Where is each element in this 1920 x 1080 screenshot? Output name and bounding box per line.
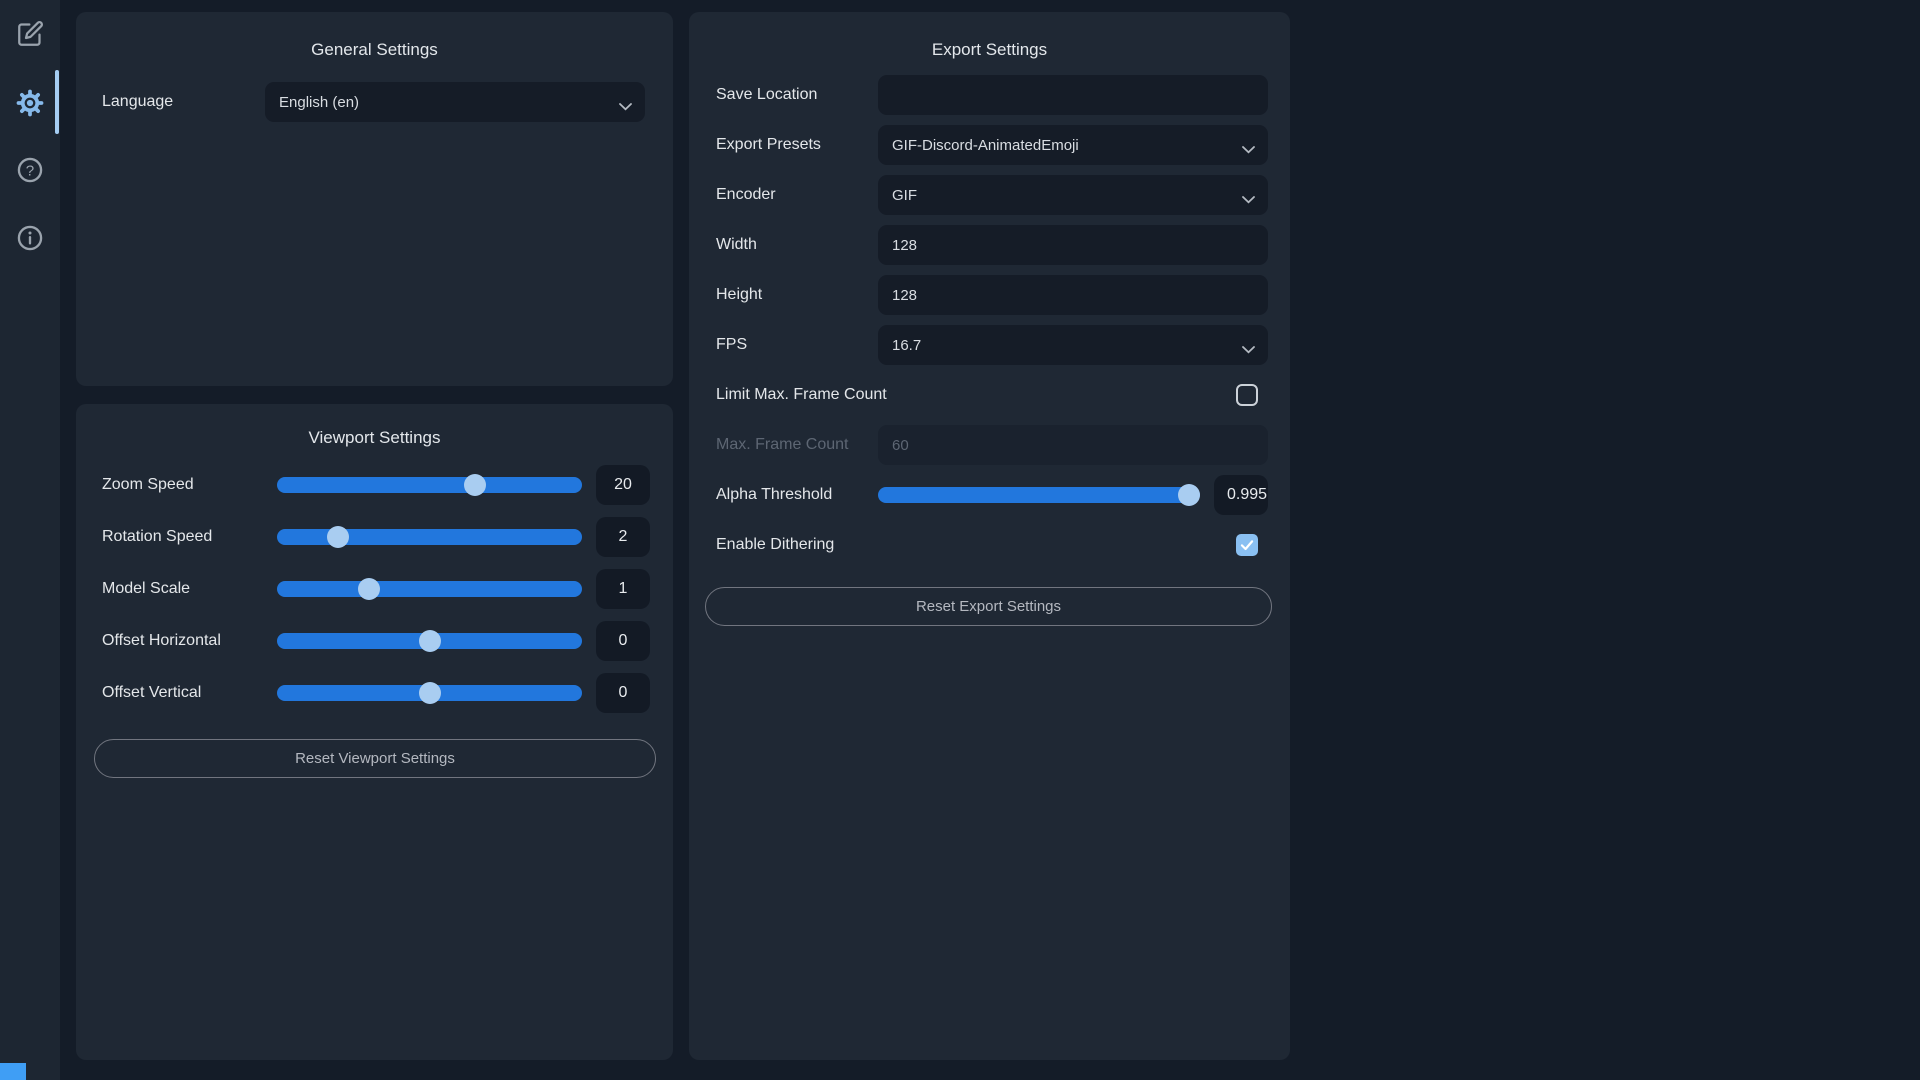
alpha-threshold-row: Alpha Threshold 0.995 <box>689 475 1290 515</box>
language-value: English (en) <box>279 94 359 111</box>
model-scale-row: Model Scale 1 <box>76 569 673 609</box>
width-value: 128 <box>892 237 917 254</box>
general-settings-title: General Settings <box>76 12 673 60</box>
offset-horizontal-row: Offset Horizontal 0 <box>76 621 673 661</box>
limit-max-frame-count-checkbox[interactable] <box>1236 384 1258 406</box>
encoder-value: GIF <box>892 187 917 204</box>
zoom-speed-row: Zoom Speed 20 <box>76 465 673 505</box>
zoom-speed-value: 20 <box>596 465 650 505</box>
offset-horizontal-value: 0 <box>596 621 650 661</box>
reset-viewport-settings-button[interactable]: Reset Viewport Settings <box>94 739 656 778</box>
edit-icon <box>17 20 44 52</box>
max-frame-count-input: 60 <box>878 425 1268 465</box>
bottom-left-accent <box>0 1063 26 1080</box>
max-frame-count-label: Max. Frame Count <box>716 436 878 454</box>
export-presets-label: Export Presets <box>716 136 878 154</box>
rotation-speed-row: Rotation Speed 2 <box>76 517 673 557</box>
rotation-speed-value: 2 <box>596 517 650 557</box>
save-location-label: Save Location <box>716 86 878 104</box>
active-tab-indicator <box>55 70 59 134</box>
language-select[interactable]: English (en) <box>265 82 645 122</box>
model-scale-value: 1 <box>596 569 650 609</box>
export-settings-title: Export Settings <box>689 12 1290 60</box>
max-frame-count-value: 60 <box>892 437 909 454</box>
sidebar-item-editor[interactable] <box>0 20 60 52</box>
settings-gear-icon <box>15 88 45 123</box>
offset-horizontal-slider[interactable] <box>277 633 582 649</box>
height-input[interactable]: 128 <box>878 275 1268 315</box>
alpha-threshold-label: Alpha Threshold <box>716 486 878 504</box>
enable-dithering-label: Enable Dithering <box>716 536 1236 554</box>
encoder-label: Encoder <box>716 186 878 204</box>
zoom-speed-label: Zoom Speed <box>102 476 277 494</box>
offset-vertical-row: Offset Vertical 0 <box>76 673 673 713</box>
slider-thumb[interactable] <box>419 630 441 652</box>
viewport-settings-panel: Viewport Settings Zoom Speed 20 Rotation… <box>76 404 673 1060</box>
save-location-row: Save Location <box>689 75 1290 115</box>
language-row: Language English (en) <box>76 82 673 122</box>
model-scale-label: Model Scale <box>102 580 277 598</box>
reset-export-settings-button[interactable]: Reset Export Settings <box>705 587 1272 626</box>
fps-row: FPS 16.7 <box>689 325 1290 365</box>
general-settings-panel: General Settings Language English (en) <box>76 12 673 386</box>
enable-dithering-checkbox[interactable] <box>1236 534 1258 556</box>
alpha-threshold-value: 0.995 <box>1214 475 1268 515</box>
alpha-threshold-slider[interactable] <box>878 487 1200 503</box>
rotation-speed-slider[interactable] <box>277 529 582 545</box>
rotation-speed-label: Rotation Speed <box>102 528 277 546</box>
height-label: Height <box>716 286 878 304</box>
limit-max-frame-count-row: Limit Max. Frame Count <box>689 375 1290 415</box>
sidebar: ? <box>0 0 60 1080</box>
height-row: Height 128 <box>689 275 1290 315</box>
slider-thumb[interactable] <box>358 578 380 600</box>
export-presets-row: Export Presets GIF-Discord-AnimatedEmoji <box>689 125 1290 165</box>
export-presets-value: GIF-Discord-AnimatedEmoji <box>892 137 1079 154</box>
encoder-row: Encoder GIF <box>689 175 1290 215</box>
slider-thumb[interactable] <box>1178 484 1200 506</box>
limit-max-frame-count-label: Limit Max. Frame Count <box>716 386 1236 404</box>
width-label: Width <box>716 236 878 254</box>
export-settings-panel: Export Settings Save Location Export Pre… <box>689 12 1290 1060</box>
offset-vertical-slider[interactable] <box>277 685 582 701</box>
sidebar-item-info[interactable] <box>0 224 60 257</box>
slider-thumb[interactable] <box>419 682 441 704</box>
slider-thumb[interactable] <box>327 526 349 548</box>
offset-vertical-label: Offset Vertical <box>102 684 277 702</box>
settings-content: General Settings Language English (en) V… <box>60 0 1920 1080</box>
width-row: Width 128 <box>689 225 1290 265</box>
zoom-speed-slider[interactable] <box>277 477 582 493</box>
max-frame-count-row: Max. Frame Count 60 <box>689 425 1290 465</box>
chevron-down-icon <box>1242 141 1255 158</box>
chevron-down-icon <box>619 98 632 115</box>
model-scale-slider[interactable] <box>277 581 582 597</box>
fps-select[interactable]: 16.7 <box>878 325 1268 365</box>
info-icon <box>16 224 44 257</box>
height-value: 128 <box>892 287 917 304</box>
help-icon: ? <box>16 156 44 189</box>
offset-horizontal-label: Offset Horizontal <box>102 632 277 650</box>
encoder-select[interactable]: GIF <box>878 175 1268 215</box>
export-presets-select[interactable]: GIF-Discord-AnimatedEmoji <box>878 125 1268 165</box>
offset-vertical-value: 0 <box>596 673 650 713</box>
slider-thumb[interactable] <box>464 474 486 496</box>
chevron-down-icon <box>1242 341 1255 358</box>
svg-text:?: ? <box>26 162 34 179</box>
sidebar-item-help[interactable]: ? <box>0 156 60 189</box>
fps-value: 16.7 <box>892 337 921 354</box>
app-window: ? General Settings Language <box>0 0 1920 1080</box>
language-label: Language <box>102 93 265 111</box>
sidebar-item-settings[interactable] <box>0 88 60 123</box>
save-location-input[interactable] <box>878 75 1268 115</box>
chevron-down-icon <box>1242 191 1255 208</box>
viewport-settings-title: Viewport Settings <box>76 404 673 448</box>
width-input[interactable]: 128 <box>878 225 1268 265</box>
enable-dithering-row: Enable Dithering <box>689 525 1290 565</box>
fps-label: FPS <box>716 336 878 354</box>
